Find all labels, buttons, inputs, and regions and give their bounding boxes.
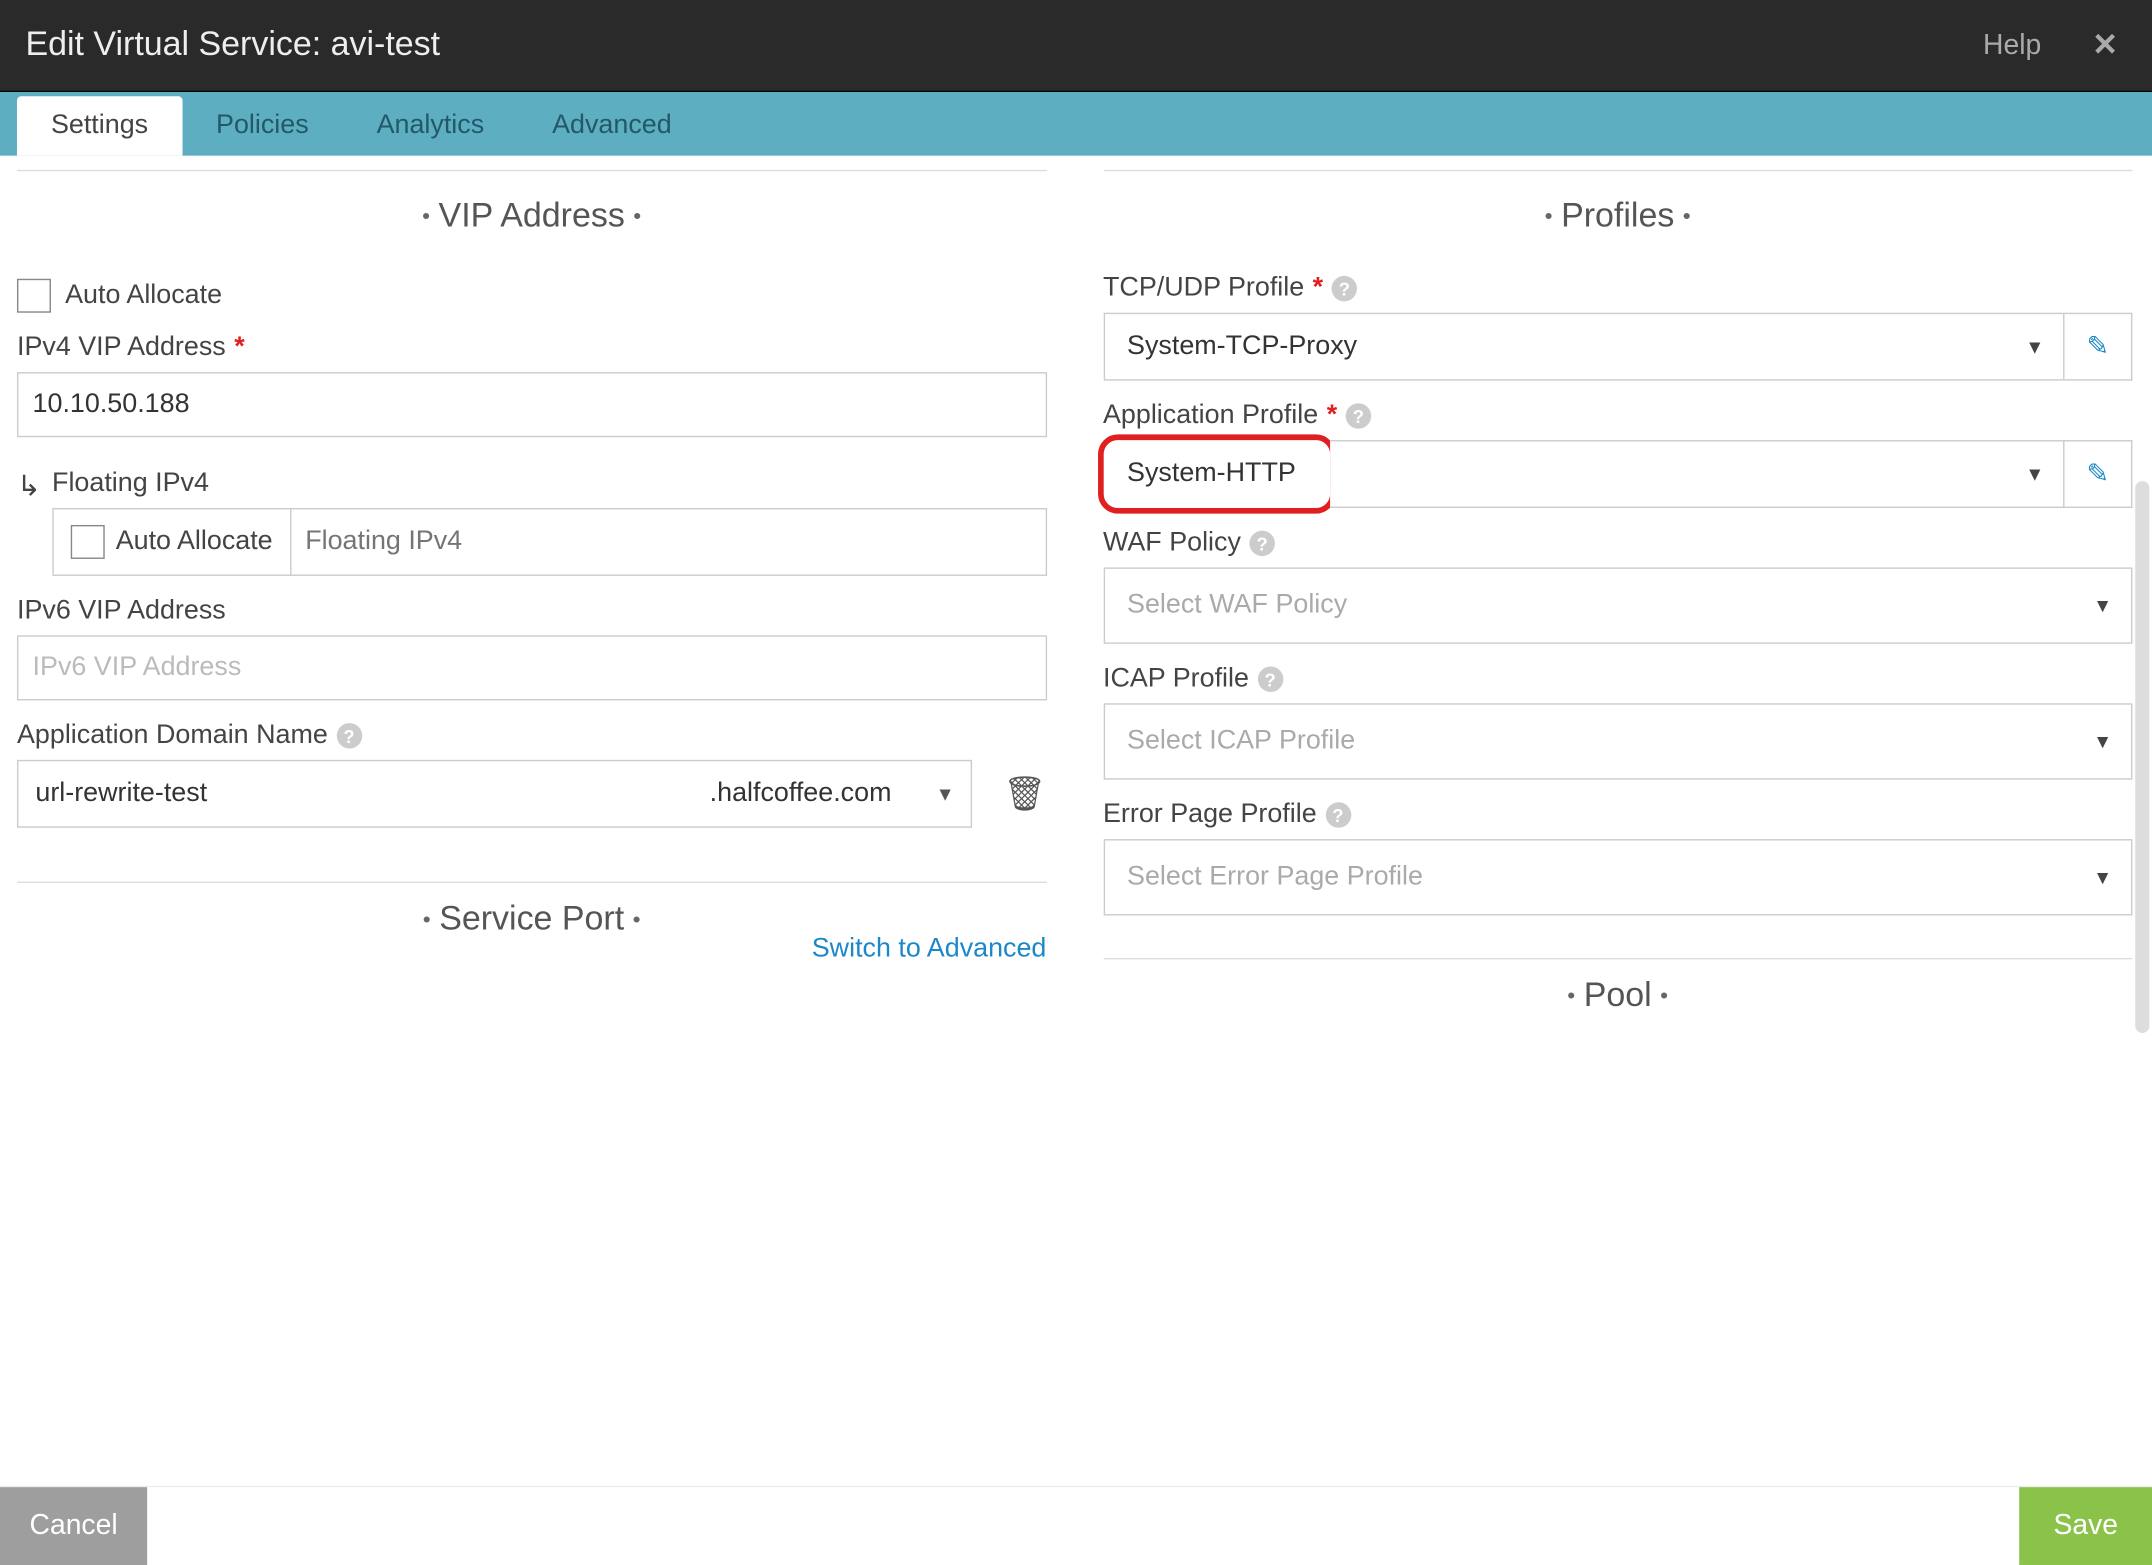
pencil-icon: ✎ xyxy=(2086,458,2109,491)
app-profile-select-ext[interactable]: ▾ xyxy=(1329,440,2064,508)
tab-analytics[interactable]: Analytics xyxy=(343,96,519,155)
help-icon[interactable]: ? xyxy=(1325,802,1350,827)
tab-policies[interactable]: Policies xyxy=(182,96,343,155)
help-icon[interactable]: ? xyxy=(1257,666,1282,691)
close-icon[interactable]: ✕ xyxy=(2084,27,2127,64)
error-page-profile-label: Error Page Profile ? xyxy=(1103,799,2132,830)
icap-profile-select[interactable]: Select ICAP Profile ▾ xyxy=(1103,703,2132,779)
indent-arrow-icon: ↳ xyxy=(17,468,41,503)
help-icon[interactable]: ? xyxy=(1346,403,1371,428)
icap-profile-label: ICAP Profile ? xyxy=(1103,664,2132,695)
error-page-profile-select[interactable]: Select Error Page Profile ▾ xyxy=(1103,839,2132,915)
app-profile-label: Application Profile* ? xyxy=(1103,400,2132,431)
section-profiles: •Profiles• xyxy=(1103,171,2132,253)
floating-auto-allocate-checkbox[interactable] xyxy=(70,525,104,559)
right-column: •Profiles• TCP/UDP Profile* ? System-TCP… xyxy=(1103,156,2132,1033)
page-title: Edit Virtual Service: avi-test xyxy=(25,25,1983,65)
tab-advanced[interactable]: Advanced xyxy=(518,96,706,155)
scrollbar[interactable] xyxy=(2135,481,2149,1033)
chevron-down-icon: ▾ xyxy=(940,780,951,808)
ipv6-label: IPv6 VIP Address xyxy=(17,596,1046,627)
waf-policy-label: WAF Policy ? xyxy=(1103,528,2132,559)
chevron-down-icon: ▾ xyxy=(2029,460,2040,488)
ipv6-input[interactable] xyxy=(17,635,1046,700)
ipv4-label: IPv4 VIP Address* xyxy=(17,333,1046,364)
tcp-profile-select[interactable]: System-TCP-Proxy ▾ xyxy=(1103,313,2064,381)
chevron-down-icon: ▾ xyxy=(2029,333,2040,361)
floating-auto-allocate-label: Auto Allocate xyxy=(116,526,273,557)
domain-combo[interactable]: url-rewrite-test .halfcoffee.com ▾ xyxy=(17,760,972,828)
pencil-icon: ✎ xyxy=(2086,330,2109,363)
tab-bar: Settings Policies Analytics Advanced xyxy=(0,91,2152,156)
help-link[interactable]: Help xyxy=(1983,29,2041,62)
section-pool: •Pool• xyxy=(1103,959,2132,1033)
tab-settings[interactable]: Settings xyxy=(17,96,182,155)
help-icon[interactable]: ? xyxy=(336,723,361,748)
tcp-profile-label: TCP/UDP Profile* ? xyxy=(1103,273,2132,304)
section-vip-address: •VIP Address• xyxy=(17,171,1046,253)
chevron-down-icon: ▾ xyxy=(2097,727,2108,755)
chevron-down-icon: ▾ xyxy=(2097,591,2108,619)
app-profile-edit-button[interactable]: ✎ xyxy=(2064,440,2132,508)
help-icon[interactable]: ? xyxy=(1249,531,1274,556)
app-profile-select[interactable]: System-HTTP xyxy=(1103,440,1329,508)
ipv4-input[interactable] xyxy=(17,372,1046,437)
left-column: •VIP Address• Auto Allocate IPv4 VIP Add… xyxy=(17,156,1046,1033)
tcp-profile-edit-button[interactable]: ✎ xyxy=(2064,313,2132,381)
floating-ipv4-label: Floating IPv4 xyxy=(52,468,1046,499)
trash-icon[interactable]: 🗑 xyxy=(1003,773,1046,814)
help-icon[interactable]: ? xyxy=(1332,276,1357,301)
domain-label: Application Domain Name ? xyxy=(17,720,1046,751)
auto-allocate-checkbox[interactable] xyxy=(17,279,51,313)
chevron-down-icon: ▾ xyxy=(2097,863,2108,891)
content-area: •VIP Address• Auto Allocate IPv4 VIP Add… xyxy=(0,156,2152,1033)
waf-policy-select[interactable]: Select WAF Policy ▾ xyxy=(1103,567,2132,643)
modal-header: Edit Virtual Service: avi-test Help ✕ xyxy=(0,0,2152,91)
switch-to-advanced-link[interactable]: Switch to Advanced xyxy=(17,934,1046,965)
floating-ipv4-input[interactable] xyxy=(291,508,1046,576)
floating-auto-allocate-box: Auto Allocate xyxy=(52,508,291,576)
auto-allocate-label: Auto Allocate xyxy=(65,280,222,311)
